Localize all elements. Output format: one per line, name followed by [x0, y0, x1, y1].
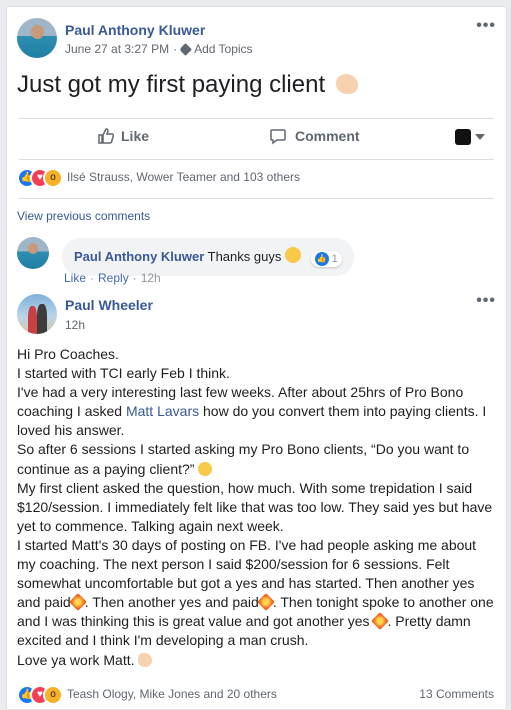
post-date[interactable]: June 27 at 3:27 PM — [65, 42, 169, 56]
comment-reaction-badge[interactable]: 👍 1 — [310, 251, 342, 267]
grinning-face-icon — [284, 247, 301, 263]
post-meta: June 27 at 3:27 PM · Add Topics — [65, 42, 253, 56]
like-icon: 👍 — [314, 252, 329, 266]
comment-body: Hi Pro Coaches. I started with TCI early… — [17, 346, 494, 668]
thumbs-up-icon — [98, 128, 115, 144]
author-avatar[interactable] — [17, 18, 57, 58]
wow-icon: o — [43, 168, 63, 188]
comment-avatar[interactable] — [17, 294, 57, 334]
comment-button[interactable]: Comment — [269, 127, 360, 145]
comment-options-icon[interactable]: ••• — [476, 292, 496, 310]
tag-icon — [179, 42, 192, 56]
comment-actions: Like · Reply · 12h — [64, 271, 161, 285]
post-text: Just got my first paying client — [17, 71, 358, 99]
post-author-name[interactable]: Paul Anthony Kluwer — [65, 22, 205, 38]
reactions-summary[interactable]: 👍 ♥ o Ilsé Strauss, Wower Teamer and 103… — [17, 168, 317, 190]
grinning-face-icon — [198, 461, 213, 476]
share-as-selector[interactable] — [455, 129, 485, 145]
comment-author[interactable]: Paul Wheeler — [65, 297, 153, 313]
wow-icon: o — [43, 685, 63, 705]
comment-like-link[interactable]: Like — [64, 271, 86, 285]
add-topics-link[interactable]: Add Topics — [194, 42, 252, 56]
like-button[interactable]: Like — [97, 127, 149, 145]
comment-reply-link[interactable]: Reply — [98, 271, 129, 285]
comment-text: Thanks guys — [207, 249, 282, 264]
comment-avatar[interactable] — [17, 237, 49, 269]
flexed-biceps-icon — [335, 74, 358, 94]
comment-reactions-summary[interactable]: 👍 ♥ o Teash Ology, Mike Jones and 20 oth… — [17, 685, 317, 707]
mention-link[interactable]: Matt Lavars — [126, 403, 199, 419]
comment-icon — [270, 129, 286, 145]
post-options-icon[interactable]: ••• — [476, 17, 496, 35]
post-card: Paul Anthony Kluwer June 27 at 3:27 PM ·… — [6, 6, 507, 710]
flexed-biceps-icon — [138, 652, 153, 667]
chevron-down-icon — [475, 134, 485, 140]
page-avatar-icon — [455, 129, 471, 145]
comments-count-link[interactable]: 13 Comments — [419, 687, 494, 701]
comment-time[interactable]: 12h — [65, 318, 85, 332]
view-previous-comments[interactable]: View previous comments — [17, 209, 150, 223]
comment-author[interactable]: Paul Anthony Kluwer — [74, 249, 204, 264]
comment-time[interactable]: 12h — [141, 271, 161, 285]
